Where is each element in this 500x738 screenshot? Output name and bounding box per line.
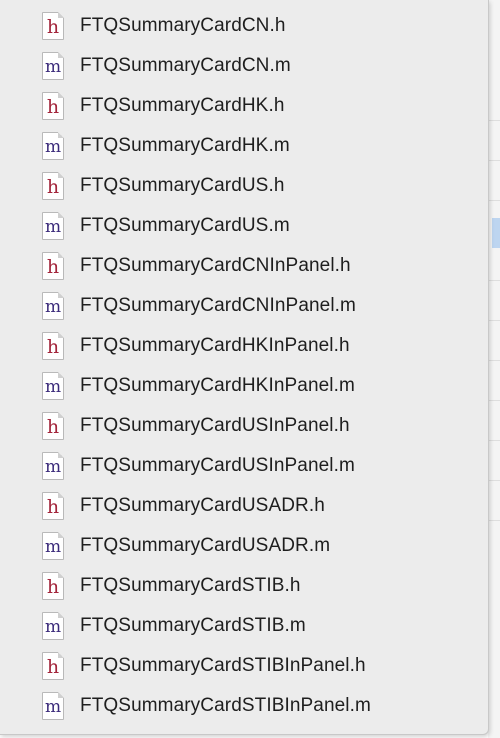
file-item[interactable]: h FTQSummaryCardUS.h (0, 166, 488, 206)
file-item[interactable]: h FTQSummaryCardUSADR.h (0, 486, 488, 526)
file-item[interactable]: h FTQSummaryCardCNInPanel.h (0, 246, 488, 286)
header-file-icon: h (42, 492, 64, 520)
implementation-file-icon: m (42, 532, 64, 560)
file-type-glyph: h (46, 496, 60, 518)
file-name: FTQSummaryCardHKInPanel.h (80, 335, 350, 356)
divider (488, 480, 500, 481)
file-name: FTQSummaryCardUSInPanel.m (80, 455, 355, 476)
implementation-file-icon: m (42, 132, 64, 160)
file-item[interactable]: h FTQSummaryCardSTIB.h (0, 566, 488, 606)
file-name: FTQSummaryCardCN.m (80, 55, 291, 76)
file-type-glyph: m (44, 297, 62, 317)
file-name: FTQSummaryCardSTIB.h (80, 575, 301, 596)
header-file-icon: h (42, 172, 64, 200)
file-name: FTQSummaryCardUS.m (80, 215, 290, 236)
divider (488, 440, 500, 441)
file-name: FTQSummaryCardSTIB.m (80, 615, 306, 636)
file-name: FTQSummaryCardSTIBInPanel.h (80, 655, 366, 676)
implementation-file-icon: m (42, 372, 64, 400)
header-file-icon: h (42, 652, 64, 680)
file-name: FTQSummaryCardHK.h (80, 95, 285, 116)
file-popup-menu: h FTQSummaryCardCN.h m FTQSummaryCardCN.… (0, 0, 489, 735)
file-item[interactable]: m FTQSummaryCardHKInPanel.m (0, 366, 488, 406)
file-type-glyph: h (46, 256, 60, 278)
file-name: FTQSummaryCardUSADR.m (80, 535, 331, 556)
file-type-glyph: m (44, 57, 62, 77)
file-item[interactable]: m FTQSummaryCardCNInPanel.m (0, 286, 488, 326)
file-item[interactable]: h FTQSummaryCardHK.h (0, 86, 488, 126)
file-type-glyph: h (46, 656, 60, 678)
implementation-file-icon: m (42, 52, 64, 80)
file-item[interactable]: m FTQSummaryCardUSADR.m (0, 526, 488, 566)
divider (488, 120, 500, 121)
file-name: FTQSummaryCardUSADR.h (80, 495, 325, 516)
implementation-file-icon: m (42, 292, 64, 320)
file-item[interactable]: h FTQSummaryCardHKInPanel.h (0, 326, 488, 366)
divider (488, 320, 500, 321)
file-item[interactable]: m FTQSummaryCardUSInPanel.m (0, 446, 488, 486)
file-type-glyph: m (44, 217, 62, 237)
file-item[interactable]: m FTQSummaryCardCN.m (0, 46, 488, 86)
file-name: FTQSummaryCardHK.m (80, 135, 290, 156)
file-name: FTQSummaryCardSTIBInPanel.m (80, 695, 371, 716)
header-file-icon: h (42, 92, 64, 120)
file-type-glyph: m (44, 537, 62, 557)
file-type-glyph: h (46, 96, 60, 118)
file-name: FTQSummaryCardCNInPanel.h (80, 255, 351, 276)
file-type-glyph: h (46, 576, 60, 598)
divider (488, 360, 500, 361)
divider (488, 400, 500, 401)
file-item[interactable]: m FTQSummaryCardSTIB.m (0, 606, 488, 646)
file-type-glyph: m (44, 697, 62, 717)
file-name: FTQSummaryCardUS.h (80, 175, 285, 196)
file-type-glyph: h (46, 16, 60, 38)
implementation-file-icon: m (42, 212, 64, 240)
header-file-icon: h (42, 572, 64, 600)
header-file-icon: h (42, 332, 64, 360)
file-item[interactable]: m FTQSummaryCardHK.m (0, 126, 488, 166)
background-window-edge (488, 0, 500, 738)
file-type-glyph: h (46, 416, 60, 438)
divider (488, 200, 500, 201)
file-name: FTQSummaryCardCNInPanel.m (80, 295, 356, 316)
file-name: FTQSummaryCardCN.h (80, 15, 286, 36)
header-file-icon: h (42, 412, 64, 440)
header-file-icon: h (42, 12, 64, 40)
implementation-file-icon: m (42, 612, 64, 640)
file-type-glyph: m (44, 457, 62, 477)
file-item[interactable]: h FTQSummaryCardUSInPanel.h (0, 406, 488, 446)
divider (488, 280, 500, 281)
implementation-file-icon: m (42, 452, 64, 480)
file-type-glyph: h (46, 176, 60, 198)
file-item[interactable]: h FTQSummaryCardCN.h (0, 6, 488, 46)
file-item[interactable]: m FTQSummaryCardUS.m (0, 206, 488, 246)
file-list: h FTQSummaryCardCN.h m FTQSummaryCardCN.… (0, 0, 488, 726)
file-type-glyph: h (46, 336, 60, 358)
implementation-file-icon: m (42, 692, 64, 720)
file-item[interactable]: m FTQSummaryCardSTIBInPanel.m (0, 686, 488, 726)
divider (488, 160, 500, 161)
selection-highlight (492, 218, 500, 248)
file-type-glyph: m (44, 137, 62, 157)
file-name: FTQSummaryCardUSInPanel.h (80, 415, 350, 436)
file-type-glyph: m (44, 617, 62, 637)
file-name: FTQSummaryCardHKInPanel.m (80, 375, 355, 396)
file-type-glyph: m (44, 377, 62, 397)
divider (488, 520, 500, 521)
file-item[interactable]: h FTQSummaryCardSTIBInPanel.h (0, 646, 488, 686)
header-file-icon: h (42, 252, 64, 280)
